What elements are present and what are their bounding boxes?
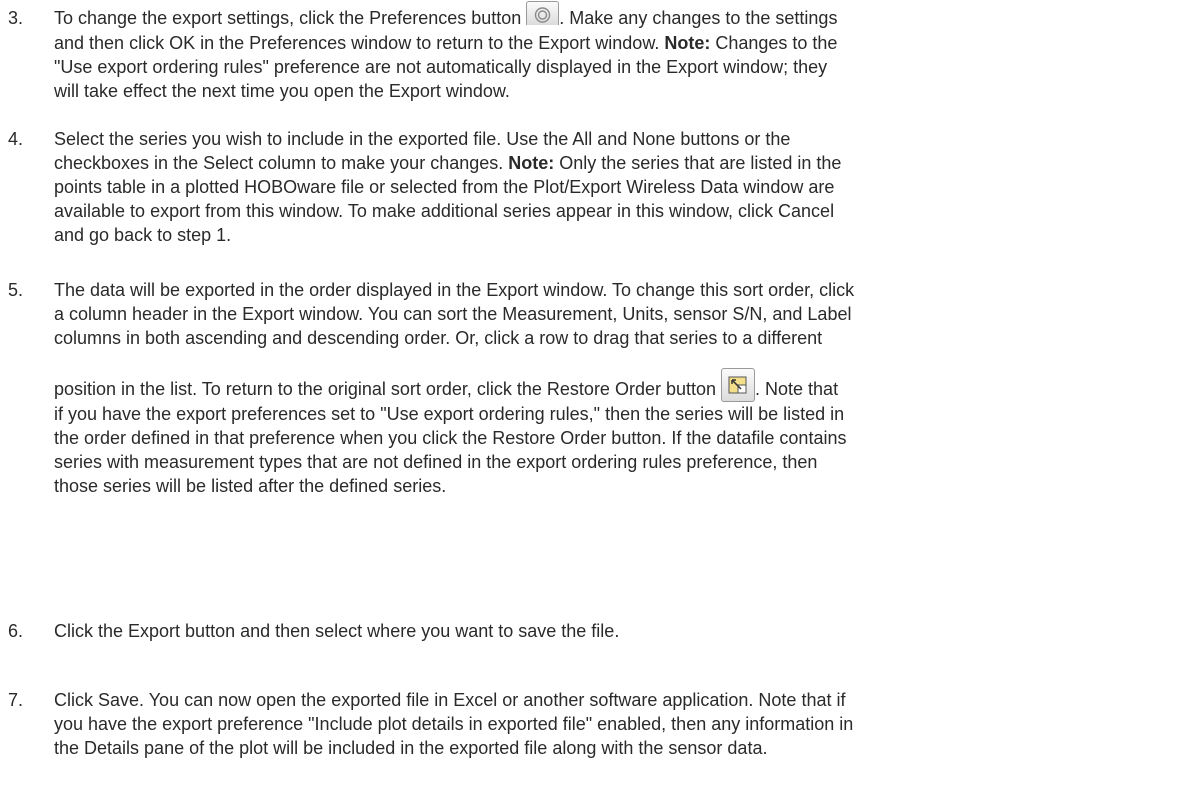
- instruction-document: 3. To change the export settings, click …: [0, 0, 1179, 785]
- step-4: 4. Select the series you wish to include…: [8, 127, 1128, 247]
- step-text: To change the export settings, click the…: [54, 1, 1128, 103]
- step-6: 6. Click the Export button and then sele…: [8, 619, 1128, 643]
- text-line: those series will be listed after the de…: [54, 476, 447, 496]
- text-line: if you have the export preferences set t…: [54, 404, 845, 424]
- restore-order-icon: [728, 376, 747, 394]
- text-line: you have the export preference "Include …: [54, 714, 854, 734]
- step-5: 5. The data will be exported in the orde…: [8, 278, 1128, 498]
- note-label: Note:: [664, 33, 711, 53]
- note-label: Note:: [508, 153, 555, 173]
- text-line: the Details pane of the plot will be inc…: [54, 738, 768, 758]
- step-text: Click the Export button and then select …: [54, 619, 1128, 643]
- step-text: Click Save. You can now open the exporte…: [54, 688, 1128, 760]
- restore-order-button[interactable]: [721, 368, 756, 402]
- text-line: Click Save. You can now open the exporte…: [54, 690, 846, 710]
- text-line: a column header in the Export window. Yo…: [54, 304, 852, 324]
- text-line: checkboxes in the Select column to make …: [54, 153, 842, 173]
- text-line: "Use export ordering rules" preference a…: [54, 57, 828, 77]
- step-number: 4.: [8, 129, 24, 149]
- text-line: and go back to step 1.: [54, 225, 232, 245]
- step-number: 5.: [8, 280, 24, 300]
- preferences-button[interactable]: [526, 1, 560, 25]
- step-3: 3. To change the export settings, click …: [8, 1, 1128, 103]
- step-text: Select the series you wish to include in…: [54, 127, 1128, 247]
- text-line: position in the list. To return to the o…: [54, 368, 1128, 402]
- text-line: columns in both ascending and descending…: [54, 328, 823, 348]
- text-line: Select the series you wish to include in…: [54, 129, 791, 149]
- text-line: Click the Export button and then select …: [54, 621, 620, 641]
- text-line: To change the export settings, click the…: [54, 1, 1128, 31]
- text-line: the order defined in that preference whe…: [54, 428, 847, 448]
- text-line: The data will be exported in the order d…: [54, 280, 855, 300]
- text-line: available to export from this window. To…: [54, 201, 835, 221]
- step-text: The data will be exported in the order d…: [54, 278, 1128, 498]
- gear-icon: [535, 7, 551, 23]
- step-number: 3.: [8, 8, 24, 28]
- step-number: 7.: [8, 690, 24, 710]
- text-line: points table in a plotted HOBOware file …: [54, 177, 835, 197]
- text-line: and then click OK in the Preferences win…: [54, 33, 838, 53]
- step-number: 6.: [8, 621, 24, 641]
- step-7: 7. Click Save. You can now open the expo…: [8, 688, 1128, 760]
- text-line: series with measurement types that are n…: [54, 452, 818, 472]
- text-line: will take effect the next time you open …: [54, 81, 510, 101]
